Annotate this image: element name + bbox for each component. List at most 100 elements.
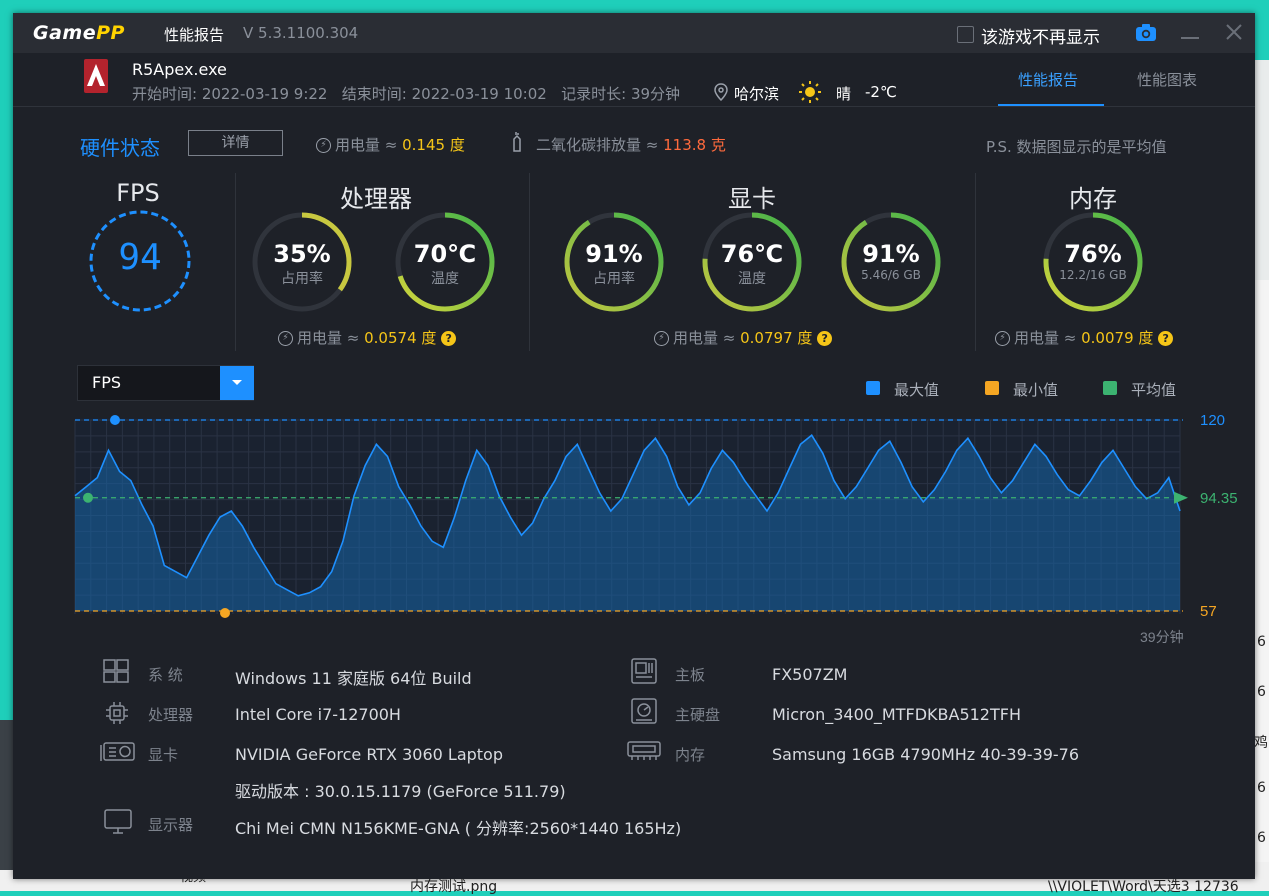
background-text: 6 bbox=[1257, 634, 1266, 650]
detail-button[interactable]: 详情 bbox=[188, 130, 283, 156]
window-title: 性能报告 bbox=[164, 26, 225, 44]
gamepp-logo: GamePP bbox=[33, 22, 125, 44]
no-show-label[interactable]: 该游戏不再显示 bbox=[981, 23, 1100, 48]
close-icon[interactable] bbox=[1225, 23, 1243, 45]
co2-emission: 二氧化碳排放量 ≈ 113.8 克 bbox=[536, 134, 726, 155]
motherboard-label: 主板 bbox=[675, 666, 706, 684]
duration-value: 39分钟 bbox=[630, 85, 681, 103]
gpu-usage-gauge: 91% 占用率 bbox=[563, 211, 665, 313]
start-label: 开始时间: bbox=[132, 85, 198, 103]
help-icon[interactable]: ? bbox=[1158, 331, 1174, 346]
cpu-title: 处理器 bbox=[340, 185, 412, 213]
power-icon: ⚡ bbox=[316, 138, 331, 153]
cpu-usage-percent: 35% bbox=[273, 240, 331, 268]
location-icon bbox=[713, 83, 729, 105]
memory-usage-value: 76% 12.2/16 GB bbox=[1042, 240, 1144, 282]
gpu-power: ⚡ 用电量 ≈ 0.0797 度 ? bbox=[654, 327, 833, 348]
gpu-temp-gauge: 76℃ 温度 bbox=[701, 211, 803, 313]
memory-usage-label: 12.2/16 GB bbox=[1059, 268, 1127, 282]
legend-avg: 平均值 bbox=[1131, 381, 1177, 399]
memory-title: 内存 bbox=[1069, 185, 1117, 213]
apex-game-icon bbox=[84, 59, 108, 97]
no-show-checkbox[interactable] bbox=[957, 26, 974, 43]
cpu-usage-value: 35% 占用率 bbox=[251, 240, 353, 288]
help-icon[interactable]: ? bbox=[817, 331, 833, 346]
help-icon[interactable]: ? bbox=[441, 331, 457, 346]
chart-note: P.S. 数据图显示的是平均值 bbox=[986, 138, 1167, 156]
end-time: 2022-03-19 10:02 bbox=[411, 85, 547, 103]
metric-select[interactable]: FPS bbox=[77, 365, 254, 401]
total-power: ⚡ 用电量 ≈ 0.145 度 bbox=[316, 134, 465, 155]
total-power-value: 0.145 度 bbox=[402, 136, 465, 154]
min-marker bbox=[220, 608, 230, 618]
co2-value: 113.8 克 bbox=[663, 136, 726, 154]
gamepp-window: GamePP 性能报告 V 5.3.1100.304 该游戏不再显示 R5Ape… bbox=[13, 13, 1255, 879]
cpu-value: Intel Core i7-12700H bbox=[235, 705, 401, 724]
version-label: V 5.3.1100.304 bbox=[243, 24, 359, 42]
location-name: 哈尔滨 bbox=[734, 85, 780, 103]
disk-value: Micron_3400_MTFDKBA512TFH bbox=[772, 705, 1021, 724]
tab-performance-report[interactable]: 性能报告 bbox=[1018, 69, 1078, 90]
legend-swatch-min bbox=[985, 381, 999, 395]
cpu-icon bbox=[105, 701, 129, 730]
background-file[interactable]: 内存测试.png bbox=[410, 876, 497, 896]
cpu-power: ⚡ 用电量 ≈ 0.0574 度 ? bbox=[278, 327, 457, 348]
gpu-usage-percent: 91% bbox=[585, 240, 643, 268]
os-label: 系 统 bbox=[148, 666, 183, 684]
total-power-label: 用电量 ≈ bbox=[335, 136, 398, 154]
avg-arrow bbox=[1174, 491, 1188, 504]
gpu-vram-label: 5.46/6 GB bbox=[861, 268, 921, 282]
section-divider bbox=[235, 173, 236, 351]
memory-label: 内存 bbox=[675, 746, 706, 764]
fps-chart[interactable]: 120 94.35 57 39分钟 bbox=[68, 408, 1243, 648]
background-text: 6 bbox=[1257, 684, 1266, 700]
motherboard-value: FX507ZM bbox=[772, 665, 848, 684]
gpu-vram-gauge: 91% 5.46/6 GB bbox=[840, 211, 942, 313]
legend-min: 最小值 bbox=[1013, 381, 1059, 399]
monitor-value: Chi Mei CMN N156KME-GNA ( 分辨率:2560*1440 … bbox=[235, 819, 682, 838]
sun-icon bbox=[799, 81, 821, 107]
fps-value: 94 bbox=[118, 237, 162, 278]
gpu-title: 显卡 bbox=[728, 185, 776, 213]
power-icon: ⚡ bbox=[995, 331, 1010, 346]
gpu-driver-value: 驱动版本 : 30.0.15.1179 (GeForce 511.79) bbox=[235, 782, 566, 801]
memory-usage-gauge: 76% 12.2/16 GB bbox=[1042, 211, 1144, 313]
max-value-label: 120 bbox=[1200, 412, 1225, 429]
memory-usage-percent: 76% bbox=[1064, 240, 1122, 268]
min-value-label: 57 bbox=[1200, 603, 1217, 620]
cpu-label: 处理器 bbox=[148, 706, 194, 724]
cpu-power-value: 0.0574 度 bbox=[364, 329, 437, 347]
title-bar[interactable]: GamePP 性能报告 V 5.3.1100.304 该游戏不再显示 bbox=[13, 13, 1255, 53]
minimize-icon[interactable] bbox=[1181, 37, 1199, 39]
avg-value-label: 94.35 bbox=[1200, 490, 1238, 507]
memory-power: ⚡ 用电量 ≈ 0.0079 度 ? bbox=[995, 327, 1174, 348]
windows-icon bbox=[103, 659, 129, 688]
start-time: 2022-03-19 9:22 bbox=[201, 85, 328, 103]
gpu-power-value: 0.0797 度 bbox=[740, 329, 813, 347]
gpu-temp-label: 温度 bbox=[738, 271, 766, 287]
memory-power-value: 0.0079 度 bbox=[1081, 329, 1154, 347]
section-divider bbox=[529, 173, 530, 351]
gpu-temp-celsius: 76℃ bbox=[720, 240, 784, 268]
gpu-vram-percent: 91% bbox=[862, 240, 920, 268]
camera-icon[interactable] bbox=[1135, 23, 1157, 47]
motherboard-icon bbox=[631, 658, 657, 689]
cpu-temp-label: 温度 bbox=[431, 271, 459, 287]
gpu-usage-value: 91% 占用率 bbox=[563, 240, 665, 288]
monitor-label: 显示器 bbox=[148, 816, 194, 834]
co2-icon bbox=[511, 132, 523, 156]
gpu-icon bbox=[100, 741, 136, 768]
duration-label: 记录时长: bbox=[561, 85, 627, 103]
max-marker bbox=[110, 415, 120, 425]
gpu-power-label: 用电量 ≈ bbox=[673, 329, 736, 347]
hardware-status-title: 硬件状态 bbox=[80, 136, 160, 160]
gpu-temp-value: 76℃ 温度 bbox=[701, 240, 803, 288]
tab-performance-chart[interactable]: 性能图表 bbox=[1137, 69, 1197, 90]
background-path: \\VIOLET\Word\天选3 12736 bbox=[1048, 879, 1239, 895]
memory-icon bbox=[627, 740, 661, 767]
header-divider bbox=[13, 106, 1255, 107]
fps-title: FPS bbox=[116, 179, 160, 207]
section-divider bbox=[975, 173, 976, 351]
memory-power-label: 用电量 ≈ bbox=[1014, 329, 1077, 347]
chevron-down-icon[interactable] bbox=[220, 366, 254, 400]
